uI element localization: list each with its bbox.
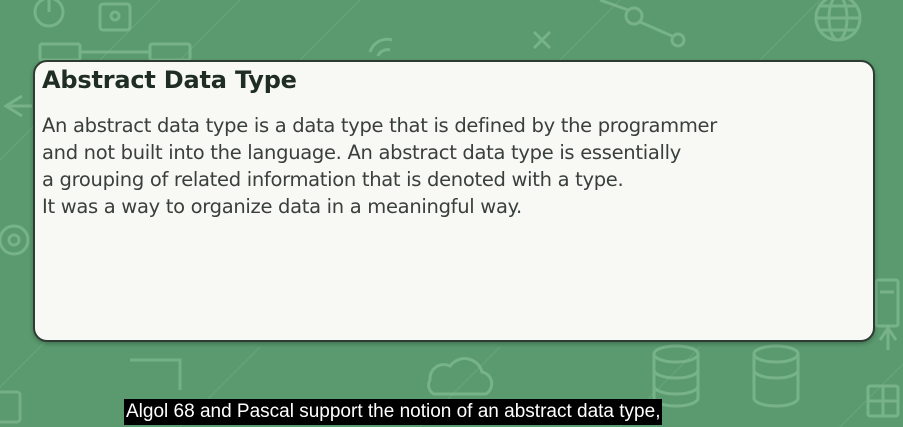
subtitle-caption: Algol 68 and Pascal support the notion o… bbox=[124, 399, 663, 425]
body-line: It was a way to organize data in a meani… bbox=[42, 195, 522, 218]
slide-body: An abstract data type is a data type tha… bbox=[42, 112, 802, 220]
body-line: a grouping of related information that i… bbox=[42, 168, 624, 191]
body-line: An abstract data type is a data type tha… bbox=[42, 114, 717, 137]
body-line: and not built into the language. An abst… bbox=[42, 141, 681, 164]
slide-title: Abstract Data Type bbox=[42, 66, 297, 94]
